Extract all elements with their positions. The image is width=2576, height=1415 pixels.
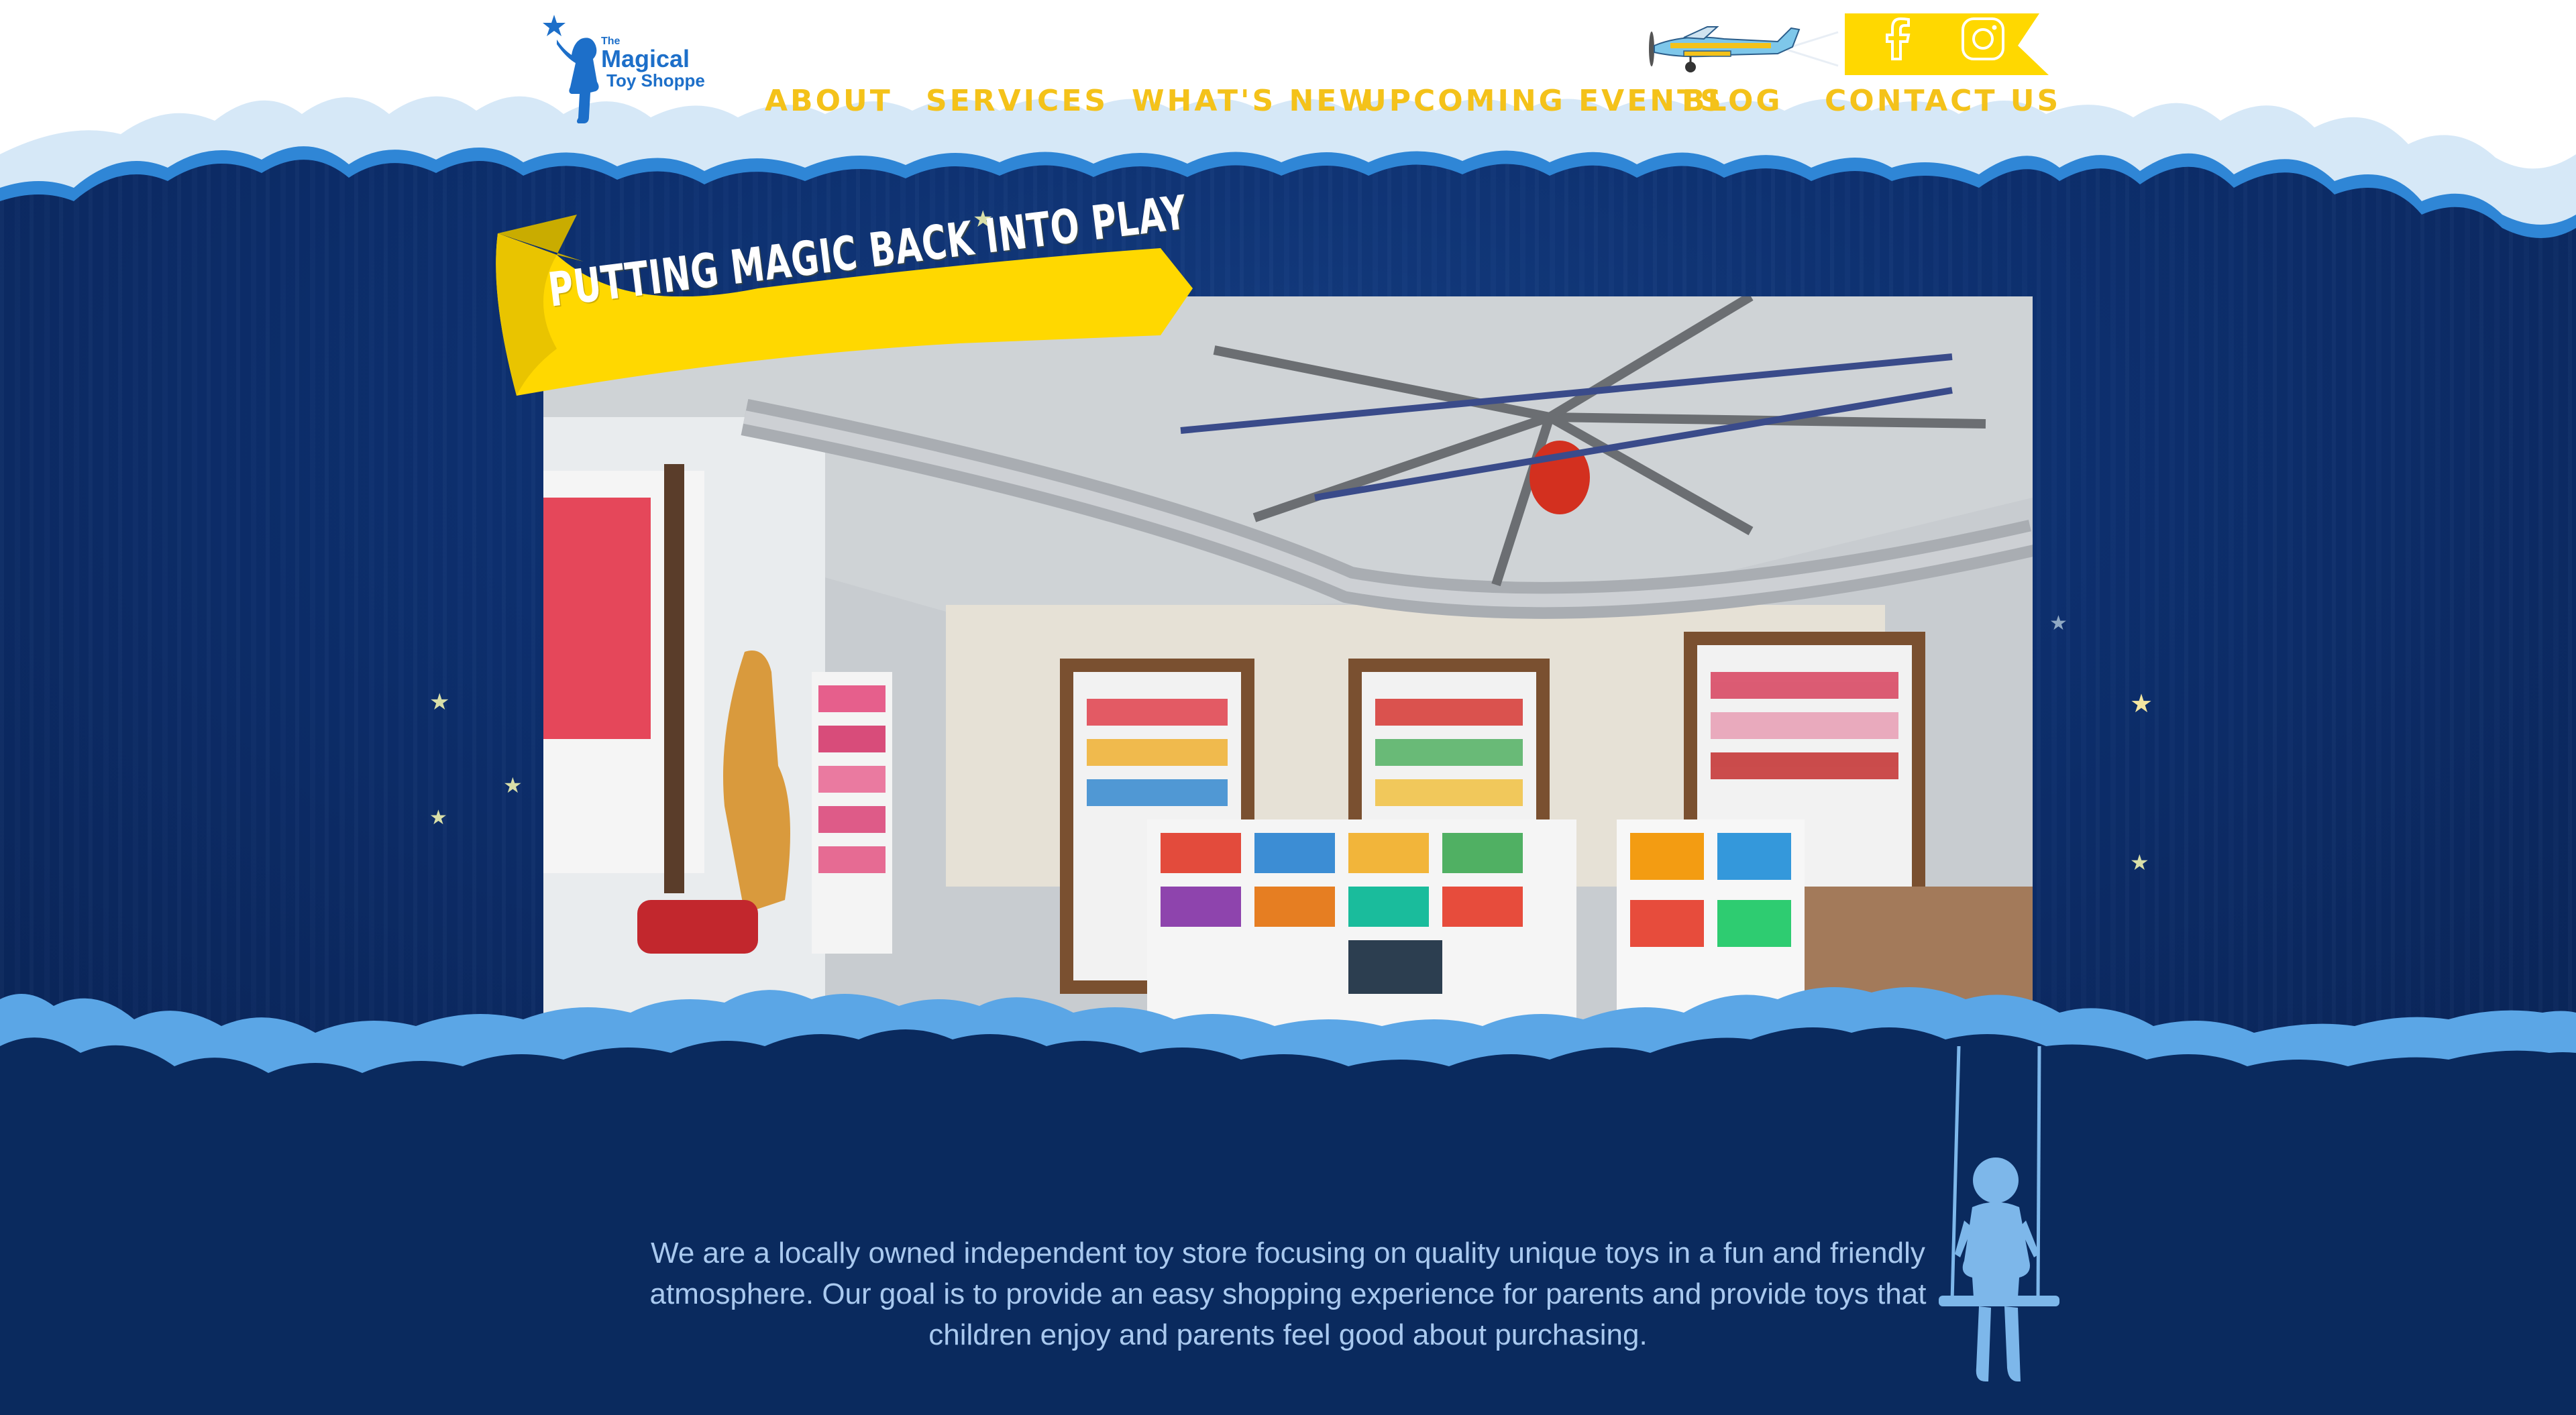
store-interior-photo: [543, 296, 2033, 1090]
nav-blog[interactable]: BLOG: [1682, 84, 1783, 118]
child-on-swing-icon: [1939, 1046, 2059, 1381]
main-nav: ABOUT SERVICES WHAT'S NEW UPCOMING EVENT…: [765, 84, 2058, 118]
nav-contact-us[interactable]: CONTACT US: [1825, 84, 2061, 118]
logo-text-toy-shoppe: Toy Shoppe: [606, 70, 705, 91]
nav-upcoming-events[interactable]: UPCOMING EVENTS: [1362, 84, 1724, 118]
star-icon: ★: [2130, 689, 2153, 718]
star-icon: ★: [2049, 612, 2068, 635]
nav-whats-new[interactable]: WHAT'S NEW: [1132, 84, 1375, 118]
fairy-girl-icon: [543, 15, 599, 124]
intro-paragraph: We are a locally owned independent toy s…: [649, 1237, 1927, 1351]
instagram-icon[interactable]: [1959, 15, 2007, 63]
social-banner: [1845, 13, 2049, 75]
store-interior-illustration: [543, 296, 2033, 1090]
star-icon: ★: [503, 773, 523, 798]
bottom-cloud-border: [0, 987, 2576, 1147]
logo-text-magical: Magical: [601, 45, 690, 73]
nav-about[interactable]: ABOUT: [765, 84, 893, 118]
star-icon: ★: [429, 806, 447, 830]
top-cloud-border: [0, 0, 2576, 238]
logo[interactable]: The Magical Toy Shoppe: [537, 9, 724, 130]
airplane-icon: [1649, 26, 1839, 72]
facebook-icon[interactable]: [1874, 15, 1922, 63]
star-icon: ★: [429, 689, 450, 716]
star-icon: ★: [2130, 850, 2149, 875]
nav-services[interactable]: SERVICES: [926, 84, 1108, 118]
